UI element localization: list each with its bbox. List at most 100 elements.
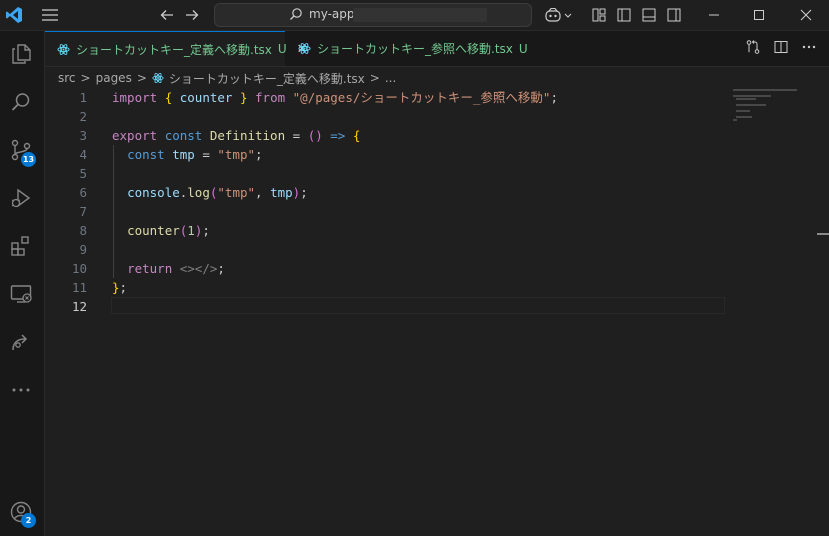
line-number: 7 — [79, 204, 87, 219]
editor-tab-bar: ショートカットキー_定義へ移動.tsx U ✕ ショートカットキー_参照へ移動.… — [45, 31, 829, 67]
split-editor-icon[interactable] — [773, 39, 789, 59]
code-token: ; — [217, 261, 225, 276]
code-editor[interactable]: 1 import { counter } from "@/pages/ショートカッ… — [45, 88, 725, 536]
code-token: 1 — [187, 223, 195, 238]
copilot-icon[interactable] — [543, 5, 575, 25]
code-line[interactable]: 10 return <></>; — [45, 259, 725, 278]
title-bar: my-app — [0, 0, 829, 31]
code-token: counter — [127, 223, 180, 238]
code-token: } — [112, 280, 120, 295]
code-text: export const Definition = () => { — [112, 126, 360, 145]
more-views-icon[interactable] — [6, 375, 36, 405]
back-arrow-icon[interactable] — [157, 5, 177, 25]
code-token: tmp — [172, 147, 195, 162]
redacted-area — [353, 8, 487, 22]
tab-label: ショートカットキー_参照へ移動.tsx — [317, 42, 513, 56]
accounts-badge: 2 — [21, 513, 36, 528]
live-share-icon[interactable] — [6, 327, 36, 357]
code-line[interactable]: 2 — [45, 107, 725, 126]
code-line[interactable]: 6 console.log("tmp", tmp); — [45, 183, 725, 202]
toggle-panel-icon[interactable] — [639, 5, 659, 25]
breadcrumb-item-src[interactable]: src — [58, 71, 76, 85]
code-token: = — [285, 128, 308, 143]
code-line[interactable]: 5 — [45, 164, 725, 183]
code-line[interactable]: 9 — [45, 240, 725, 259]
code-text: const tmp = "tmp"; — [112, 145, 262, 164]
breadcrumb-item-pages[interactable]: pages — [96, 71, 132, 85]
code-token: { — [164, 90, 180, 105]
search-icon — [289, 7, 303, 25]
code-token: { — [352, 128, 361, 143]
tab-label: ショートカットキー_定義へ移動.tsx — [76, 42, 272, 57]
line-number: 1 — [79, 90, 87, 105]
code-line[interactable]: 1 import { counter } from "@/pages/ショートカッ… — [45, 88, 725, 107]
code-token: ; — [202, 223, 210, 238]
maximize-window-icon[interactable] — [749, 5, 769, 25]
code-token: Definition — [209, 128, 286, 143]
code-token: log — [187, 185, 210, 200]
explorer-icon[interactable] — [6, 39, 36, 69]
menu-icon[interactable] — [40, 5, 60, 25]
code-text: counter(1); — [112, 221, 210, 240]
breadcrumb-item-symbol[interactable]: ... — [385, 71, 396, 85]
current-line-highlight — [111, 297, 725, 314]
line-number: 2 — [79, 109, 87, 124]
run-and-debug-icon[interactable] — [6, 183, 36, 213]
untracked-indicator: U — [518, 41, 528, 56]
code-token: counter — [179, 90, 233, 105]
command-center-search[interactable]: my-app — [214, 3, 532, 27]
more-actions-icon[interactable] — [801, 39, 817, 59]
code-token: "tmp" — [217, 185, 256, 200]
minimap[interactable] — [733, 88, 817, 128]
customize-layout-icon[interactable] — [589, 5, 609, 25]
code-token: ; — [119, 280, 128, 295]
forward-arrow-icon[interactable] — [182, 5, 202, 25]
code-token: tmp — [270, 185, 293, 200]
line-number: 3 — [79, 128, 87, 143]
toggle-secondary-sidebar-icon[interactable] — [664, 5, 684, 25]
code-line[interactable]: 8 counter(1); — [45, 221, 725, 240]
line-number: 10 — [71, 261, 87, 276]
activity-bar: 13 2 — [0, 31, 45, 536]
line-number: 8 — [79, 223, 87, 238]
code-line[interactable]: 4 const tmp = "tmp"; — [45, 145, 725, 164]
tab-shortcut-reference[interactable]: ショートカットキー_参照へ移動.tsx U — [286, 31, 528, 66]
breadcrumb-item-file[interactable]: ショートカットキー_定義へ移動.tsx — [169, 70, 365, 87]
code-text: import { counter } from "@/pages/ショートカット… — [112, 88, 558, 107]
open-changes-icon[interactable] — [745, 39, 761, 59]
extensions-icon[interactable] — [6, 231, 36, 261]
react-file-icon — [152, 72, 164, 84]
code-text: console.log("tmp", tmp); — [112, 183, 308, 202]
breadcrumb-separator: > — [136, 71, 147, 85]
code-token: from — [247, 90, 293, 105]
code-text: }; — [112, 278, 127, 297]
code-token: } — [232, 90, 248, 105]
editor-actions — [745, 39, 817, 59]
line-number: 11 — [71, 280, 87, 295]
line-number: 5 — [79, 166, 87, 181]
code-token: ; — [300, 185, 308, 200]
code-token: , — [255, 185, 271, 200]
breadcrumb-separator: > — [369, 71, 380, 85]
code-line[interactable]: 7 — [45, 202, 725, 221]
code-line[interactable]: 11}; — [45, 278, 725, 297]
code-token: export — [112, 128, 165, 143]
code-line[interactable]: 3 export const Definition = () => { — [45, 126, 725, 145]
source-control-badge: 13 — [21, 152, 36, 167]
code-line[interactable]: 12 — [45, 297, 725, 316]
code-token: ; — [550, 90, 558, 105]
scrollbar-cursor-marker — [817, 233, 829, 235]
search-icon[interactable] — [6, 87, 36, 117]
code-token: => — [330, 128, 346, 143]
remote-explorer-icon[interactable] — [6, 279, 36, 309]
tab-shortcut-definition[interactable]: ショートカットキー_定義へ移動.tsx U ✕ — [45, 31, 308, 66]
minimize-window-icon[interactable] — [704, 5, 724, 25]
line-number: 4 — [79, 147, 87, 162]
toggle-primary-sidebar-icon[interactable] — [614, 5, 634, 25]
close-window-icon[interactable] — [796, 5, 816, 25]
line-number: 12 — [71, 299, 87, 314]
code-token: import — [112, 90, 165, 105]
